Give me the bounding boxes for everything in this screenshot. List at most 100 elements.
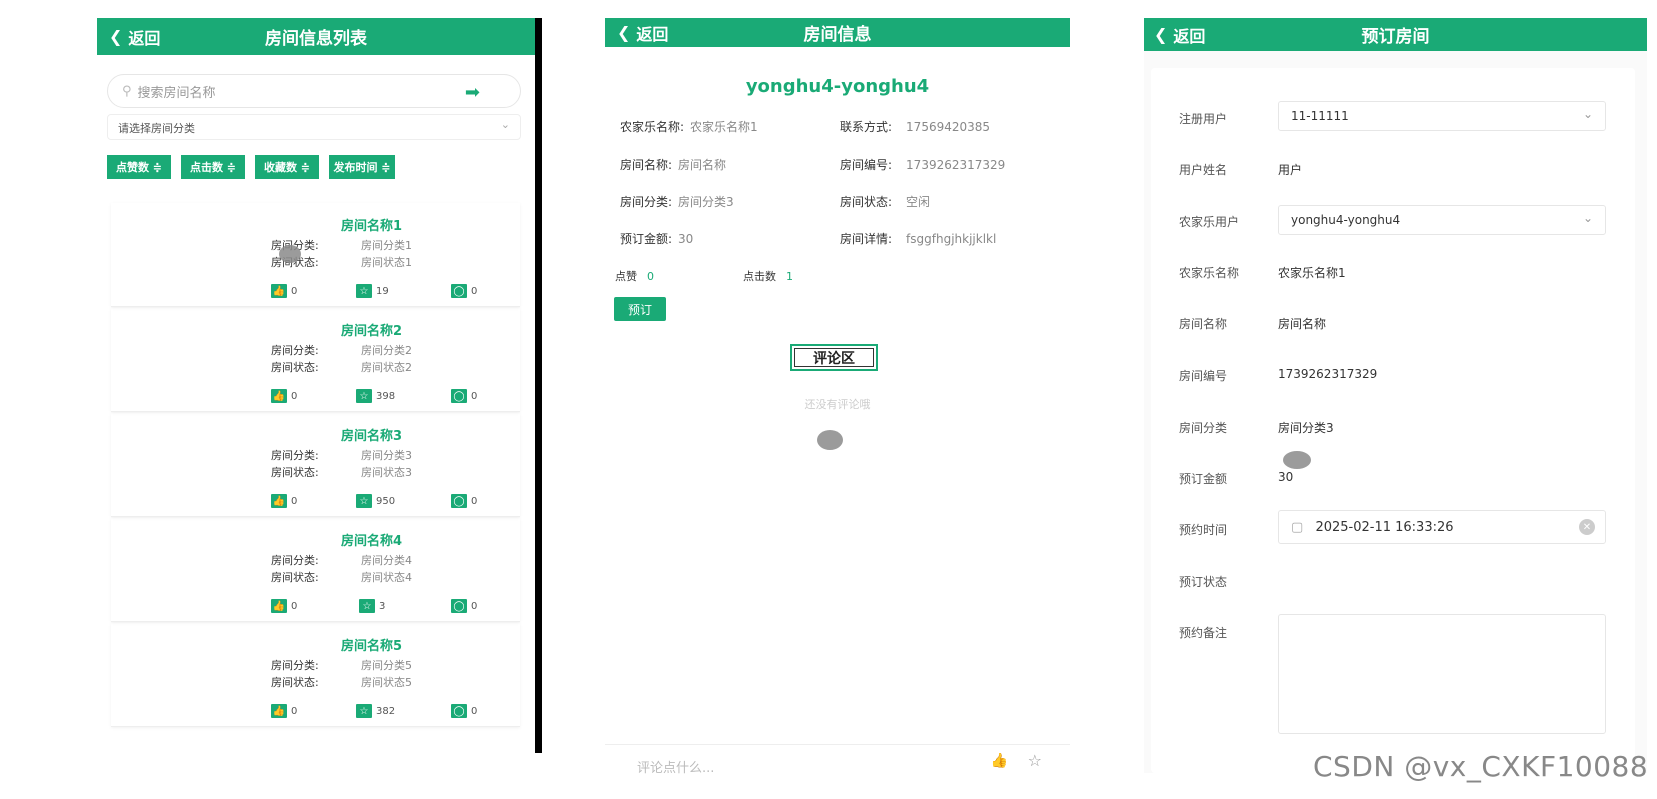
user-value: 11-11111 [1291, 109, 1349, 123]
page-title: 房间信息 [803, 25, 872, 45]
stars-count: 3 [379, 600, 386, 612]
nongjiale-name-value: 农家乐名称1 [1278, 266, 1346, 280]
stars-stat: ☆ 398 [356, 389, 395, 403]
comments-stat: ◯ 0 [451, 599, 477, 613]
likes-count: 0 [291, 390, 298, 402]
search-input[interactable]: ⚲ 搜索房间名称 ➡ [107, 74, 521, 108]
field-label: 房间分类: [620, 195, 673, 209]
room-card[interactable]: 房间名称1 房间分类: 房间分类1 房间状态: 房间状态1 👍0 ☆19 ◯0 [111, 203, 520, 307]
room-category-label: 房间分类 [1179, 421, 1228, 435]
thumbs-up-icon: 👍 [271, 599, 287, 613]
room-category-label: 房间分类: [271, 344, 319, 357]
star-icon: ☆ [356, 704, 372, 718]
booking-header: ❮ 返回 预订房间 [1144, 18, 1647, 51]
price-label: 预订金额 [1179, 472, 1228, 486]
user-select[interactable]: 11-11111 ⌄ [1278, 101, 1606, 131]
clear-icon[interactable]: ✕ [1579, 519, 1595, 535]
page-title: 房间信息列表 [265, 29, 367, 49]
nongjiale-user-select[interactable]: yonghu4-yonghu4 ⌄ [1278, 205, 1606, 235]
sort-date-button[interactable]: 发布时间 ≑ [329, 155, 395, 179]
room-category-label: 房间分类: [271, 554, 319, 567]
room-status: 房间状态5 [361, 676, 412, 689]
nongjiale-user-value: yonghu4-yonghu4 [1291, 213, 1401, 227]
likes-count: 0 [291, 600, 298, 612]
room-name-label: 房间名称 [1179, 317, 1228, 331]
back-button[interactable]: ❮ 返回 [1154, 23, 1205, 47]
room-detail-header: ❮ 返回 房间信息 [605, 18, 1070, 47]
stars-stat: ☆ 3 [359, 599, 385, 613]
stars-count: 950 [376, 495, 396, 507]
stars-count: 19 [376, 285, 389, 297]
comment-section-heading: 评论区 [790, 344, 878, 371]
room-card[interactable]: 房间名称5 房间分类: 房间分类5 房间状态: 房间状态5 👍 0 ☆ 382 ◯ 0 [111, 623, 520, 727]
room-category: 房间分类5 [361, 659, 412, 672]
room-category-label: 房间分类: [271, 449, 319, 462]
field-value: 房间分类3 [678, 195, 734, 209]
comments-stat: ◯ 0 [451, 389, 477, 403]
comment-icon: ◯ [451, 389, 467, 403]
stars-stat: ☆ 382 [356, 704, 395, 718]
comment-input[interactable]: 评论点什么... [637, 761, 714, 776]
time-label: 预约时间 [1179, 523, 1228, 537]
room-name: 房间名称1 [341, 219, 403, 234]
field-value: 农家乐名称1 [690, 120, 758, 134]
room-name: 房间名称2 [341, 324, 403, 339]
chevron-left-icon: ❮ [1154, 25, 1168, 44]
thumbs-up-icon[interactable]: 👍 [991, 753, 1008, 769]
sort-clicks-button[interactable]: 点击数 ≑ [181, 155, 245, 179]
field-room-name: 房间名称: 房间名称 [620, 156, 726, 173]
likes-count: 0 [647, 270, 654, 283]
field-label: 房间编号: [840, 158, 893, 172]
clicks-info: 点击数 1 [743, 268, 793, 284]
back-button[interactable]: ❮ 返回 [617, 21, 668, 45]
time-value: 2025-02-11 16:33:26 [1315, 520, 1454, 535]
note-textarea[interactable] [1278, 614, 1606, 734]
room-category: 房间分类4 [361, 554, 412, 567]
book-button[interactable]: 预订 [614, 297, 666, 321]
room-card[interactable]: 房间名称4 房间分类: 房间分类4 房间状态: 房间状态4 👍 0 ☆ 3 ◯ 0 [111, 518, 520, 622]
comments-count: 0 [471, 600, 478, 612]
field-value: 17569420385 [906, 120, 991, 134]
time-picker[interactable]: ▢ 2025-02-11 16:33:26 ✕ [1278, 510, 1606, 544]
room-status-label: 房间状态: [271, 571, 319, 584]
category-placeholder: 请选择房间分类 [118, 122, 195, 135]
room-no-label: 房间编号 [1179, 369, 1228, 383]
category-select[interactable]: 请选择房间分类 ⌄ [107, 114, 521, 140]
sort-favorites-button[interactable]: 收藏数 ≑ [255, 155, 319, 179]
room-category: 房间分类3 [361, 449, 412, 462]
likes-count: 0 [291, 285, 298, 297]
comment-icon: ◯ [451, 284, 467, 298]
chevron-left-icon: ❮ [109, 27, 123, 46]
back-button[interactable]: ❮ 返回 [109, 25, 160, 49]
sort-likes-button[interactable]: 点赞数 ≑ [107, 155, 171, 179]
username-value: 用户 [1278, 163, 1303, 177]
user-label: 注册用户 [1179, 112, 1228, 126]
thumbs-up-icon: 👍 [271, 284, 287, 298]
field-label: 农家乐名称: [620, 120, 685, 134]
field-value: 30 [678, 232, 694, 246]
field-value: 房间名称 [678, 158, 727, 172]
likes-info[interactable]: 点赞 0 [615, 268, 654, 284]
cursor-indicator [279, 245, 301, 263]
room-name: 房间名称5 [341, 639, 403, 654]
field-value: 1739262317329 [906, 158, 1006, 172]
field-room-status: 房间状态: 空闲 [840, 193, 930, 210]
detail-heading: yonghu4-yonghu4 [745, 76, 930, 97]
search-submit-icon[interactable]: ➡ [465, 82, 480, 103]
chevron-down-icon: ⌄ [1582, 211, 1593, 225]
room-card[interactable]: 房间名称3 房间分类: 房间分类3 房间状态: 房间状态3 👍 0 ☆ 950 ◯ 0 [111, 413, 520, 517]
note-label: 预约备注 [1179, 626, 1228, 640]
star-icon: ☆ [356, 389, 372, 403]
room-card[interactable]: 房间名称2 房间分类: 房间分类2 房间状态: 房间状态2 👍 0 ☆ 398 ◯ 0 [111, 308, 520, 412]
price-value: 30 [1278, 470, 1294, 484]
room-detail-screen: ❮ 返回 房间信息 yonghu4-yonghu4 农家乐名称: 农家乐名称1 联… [605, 18, 1070, 778]
thumbs-up-icon: 👍 [271, 494, 287, 508]
likes-stat: 👍 0 [271, 389, 297, 403]
star-icon: ☆ [359, 599, 375, 613]
room-status: 房间状态3 [361, 466, 412, 479]
likes-stat: 👍 0 [271, 704, 297, 718]
cursor-indicator [1283, 451, 1311, 469]
star-icon[interactable]: ☆ [1028, 751, 1042, 770]
field-label: 房间名称: [620, 158, 673, 172]
back-label: 返回 [128, 28, 161, 48]
